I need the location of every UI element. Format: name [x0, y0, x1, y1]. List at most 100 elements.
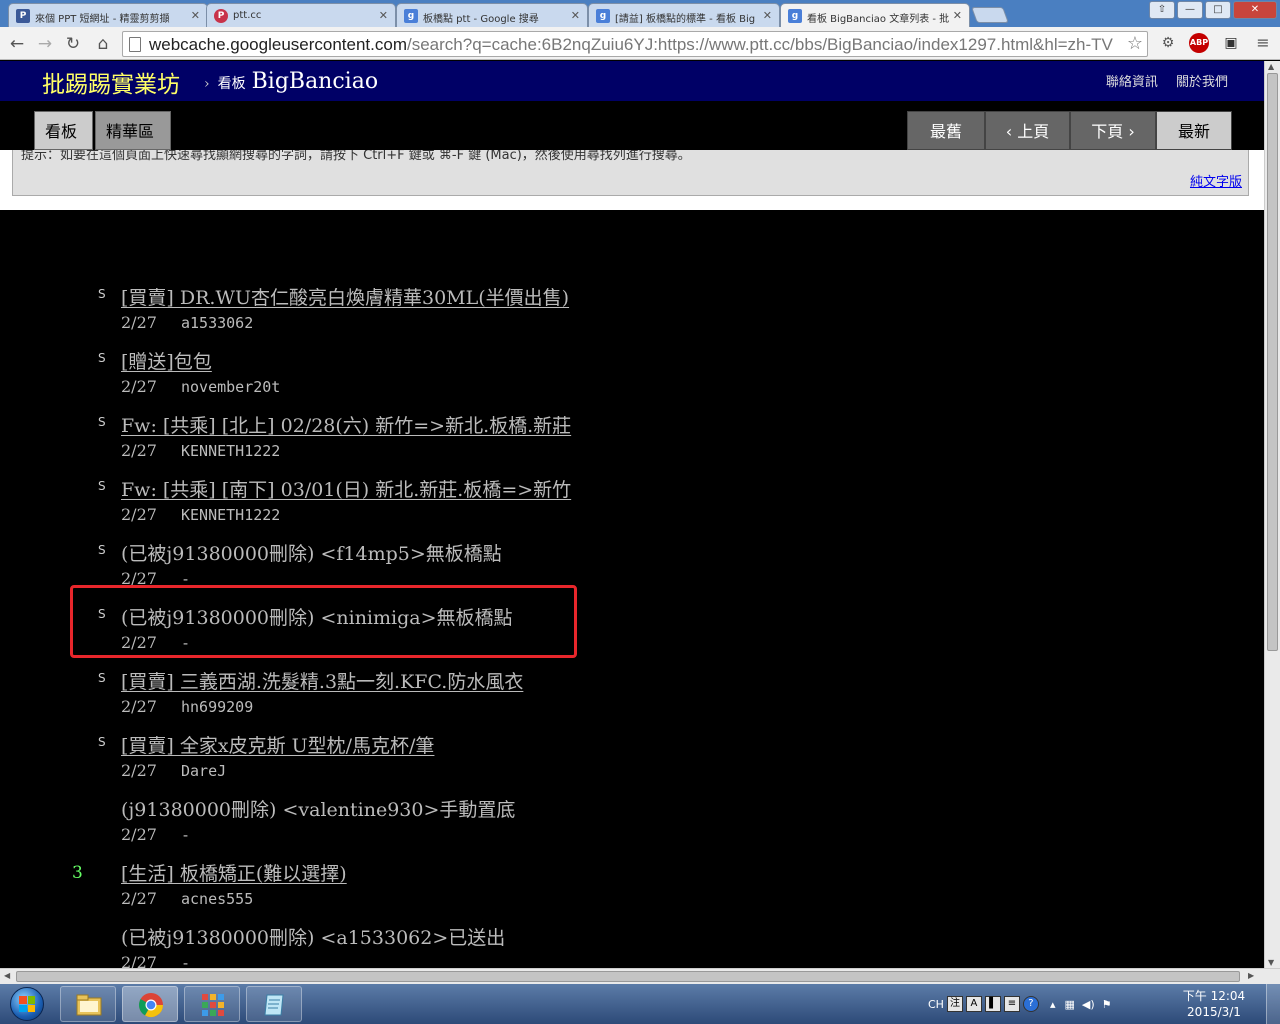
latest-button[interactable]: 最新 — [1156, 111, 1232, 150]
tab-title: ptt.cc — [233, 10, 262, 21]
browser-tab[interactable]: g [請益] 板橋點的標準 - 看板 Big ✕ — [588, 3, 780, 27]
language-indicator[interactable]: CH — [928, 998, 944, 1011]
post-title-link[interactable]: Fw: [共乘] [北上] 02/28(六) 新竹=>新北.板橋.新莊 — [121, 411, 571, 438]
post-date: 2/27 — [121, 505, 157, 524]
clock-time: 下午 12:04 — [1182, 989, 1246, 1003]
post-date: 2/27 — [121, 697, 157, 716]
taskbar-app[interactable] — [246, 986, 302, 1022]
close-tab-icon[interactable]: ✕ — [953, 9, 962, 22]
post-mark: S — [98, 287, 106, 301]
close-tab-icon[interactable]: ✕ — [191, 9, 200, 22]
menu-icon[interactable]: ≡ — [1252, 32, 1274, 54]
contact-link[interactable]: 聯絡資訊 — [1106, 75, 1158, 90]
address-bar[interactable]: webcache.googleusercontent.com/search?q=… — [122, 31, 1148, 57]
p-icon: P — [214, 9, 228, 23]
oldest-button[interactable]: 最舊 — [907, 111, 985, 150]
browser-tab[interactable]: P 來個 PPT 短網址 - 精靈剪剪擷 ✕ — [8, 3, 208, 27]
action-center-icon[interactable]: ⚑ — [1102, 998, 1112, 1011]
taskbar-app[interactable] — [184, 986, 240, 1022]
close-tab-icon[interactable]: ✕ — [571, 9, 580, 22]
start-button[interactable] — [4, 984, 48, 1024]
tab-title: 板橋點 ptt - Google 搜尋 — [423, 14, 539, 25]
notepad-icon — [264, 994, 284, 1016]
post-author: - — [181, 954, 191, 968]
file-explorer-icon — [76, 994, 102, 1016]
url-text[interactable]: webcache.googleusercontent.com/search?q=… — [149, 35, 1119, 55]
help-icon[interactable]: ? — [1022, 996, 1039, 1012]
clock[interactable]: 下午 12:04 2015/3/1 — [1180, 988, 1248, 1020]
ptt-icon: P — [16, 9, 30, 23]
post-mark: S — [98, 543, 106, 557]
network-icon[interactable]: ▦ — [1064, 998, 1074, 1011]
minimize-button[interactable]: — — [1177, 1, 1203, 19]
close-tab-icon[interactable]: ✕ — [379, 9, 388, 22]
show-desktop-button[interactable] — [1266, 984, 1280, 1024]
extension-icon[interactable]: ⚙ — [1157, 32, 1179, 54]
user-icon[interactable]: ⇧ — [1149, 1, 1175, 19]
adblock-plus-icon[interactable]: ABP — [1189, 33, 1209, 53]
notification-arrow-icon[interactable]: ▴ — [1050, 998, 1056, 1011]
post-title-link[interactable]: [買賣] 三義西湖.洗髮精.3點一刻.KFC.防水風衣 — [121, 667, 523, 694]
browser-tab[interactable]: g 板橋點 ptt - Google 搜尋 ✕ — [396, 3, 588, 27]
header-links: 聯絡資訊 關於我們 — [1092, 71, 1228, 90]
post-title-link[interactable]: [買賣] 全家x皮克斯 U型枕/馬克杯/筆 — [121, 731, 434, 758]
breadcrumb-separator: › — [204, 76, 210, 92]
vertical-scrollbar[interactable]: ▲ ▼ — [1264, 61, 1280, 968]
scroll-right-arrow-icon[interactable]: ▶ — [1248, 971, 1254, 980]
new-tab-button[interactable] — [971, 7, 1009, 23]
scroll-down-arrow-icon[interactable]: ▼ — [1268, 958, 1274, 967]
windows-flag-icon — [19, 996, 35, 1012]
post-mark: S — [98, 415, 106, 429]
maximize-button[interactable]: □ — [1205, 1, 1231, 19]
scroll-up-arrow-icon[interactable]: ▲ — [1268, 62, 1274, 71]
digest-tab[interactable]: 精華區 — [95, 111, 171, 150]
post-entry: 3 [生活] 板橋矯正(難以選擇) 2/27 acnes555 — [0, 859, 1264, 923]
close-tab-icon[interactable]: ✕ — [763, 9, 772, 22]
next-page-button[interactable]: 下頁 › — [1070, 111, 1156, 150]
ime-width-icon[interactable]: ▌ — [984, 996, 1001, 1012]
forward-arrow-icon[interactable]: → — [34, 33, 56, 55]
prev-page-button[interactable]: ‹ 上頁 — [985, 111, 1070, 150]
post-mark: S — [98, 735, 106, 749]
post-title-link[interactable]: Fw: [共乘] [南下] 03/01(日) 新北.新莊.板橋=>新竹 — [121, 475, 571, 502]
horizontal-scrollbar[interactable]: ◀ ▶ — [0, 968, 1280, 984]
scroll-thumb[interactable] — [16, 971, 1240, 982]
ime-icon[interactable]: 注 — [946, 996, 963, 1012]
taskbar-app[interactable] — [60, 986, 116, 1022]
browser-tab-active[interactable]: g 看板 BigBanciao 文章列表 - 批 ✕ — [780, 3, 970, 28]
post-date: 2/27 — [121, 889, 157, 908]
post-mark: S — [98, 671, 106, 685]
scroll-thumb[interactable] — [1267, 73, 1278, 651]
post-title-link[interactable]: [買賣] DR.WU杏仁酸亮白煥膚精華30ML(半價出售) — [121, 283, 569, 310]
browser-tab[interactable]: P ptt.cc ✕ — [206, 3, 396, 27]
browser-toolbar: ← → ↻ ⌂ webcache.googleusercontent.com/s… — [0, 27, 1280, 60]
board-name[interactable]: BigBanciao — [252, 69, 378, 94]
taskbar-app-active[interactable] — [122, 986, 178, 1022]
back-arrow-icon[interactable]: ← — [6, 33, 28, 55]
post-entry: S [買賣] 全家x皮克斯 U型枕/馬克杯/筆 2/27 DareJ — [0, 731, 1264, 795]
post-mark: S — [98, 479, 106, 493]
post-date: 2/27 — [121, 761, 157, 780]
site-title[interactable]: 批踢踢實業坊 — [42, 65, 180, 99]
bookmark-star-icon[interactable]: ☆ — [1127, 33, 1143, 54]
post-author: KENNETH1222 — [181, 442, 281, 460]
home-icon[interactable]: ⌂ — [92, 33, 114, 55]
board-tab[interactable]: 看板 — [34, 111, 93, 150]
reload-icon[interactable]: ↻ — [62, 33, 84, 55]
volume-icon[interactable]: ◀) — [1082, 998, 1095, 1011]
about-link[interactable]: 關於我們 — [1176, 75, 1228, 90]
post-date: 2/27 — [121, 825, 157, 844]
google-icon: g — [596, 9, 610, 23]
close-window-button[interactable]: ✕ — [1233, 1, 1277, 19]
ime-mode-icon[interactable]: A — [965, 996, 982, 1012]
post-entry: S Fw: [共乘] [北上] 02/28(六) 新竹=>新北.板橋.新莊 2/… — [0, 411, 1264, 475]
tab-strip: P 來個 PPT 短網址 - 精靈剪剪擷 ✕ P ptt.cc ✕ g 板橋點 … — [0, 0, 1280, 28]
scroll-left-arrow-icon[interactable]: ◀ — [4, 971, 10, 980]
post-title-link[interactable]: [贈送]包包 — [121, 347, 212, 374]
post-entry: S [買賣] 三義西湖.洗髮精.3點一刻.KFC.防水風衣 2/27 hn699… — [0, 667, 1264, 731]
extension-icon[interactable]: ▣ — [1220, 32, 1242, 54]
page-icon — [129, 37, 141, 52]
post-title-link[interactable]: [生活] 板橋矯正(難以選擇) — [121, 859, 347, 886]
ime-menu-icon[interactable]: ≡ — [1003, 996, 1020, 1012]
plain-text-link[interactable]: 純文字版 — [1190, 171, 1242, 190]
